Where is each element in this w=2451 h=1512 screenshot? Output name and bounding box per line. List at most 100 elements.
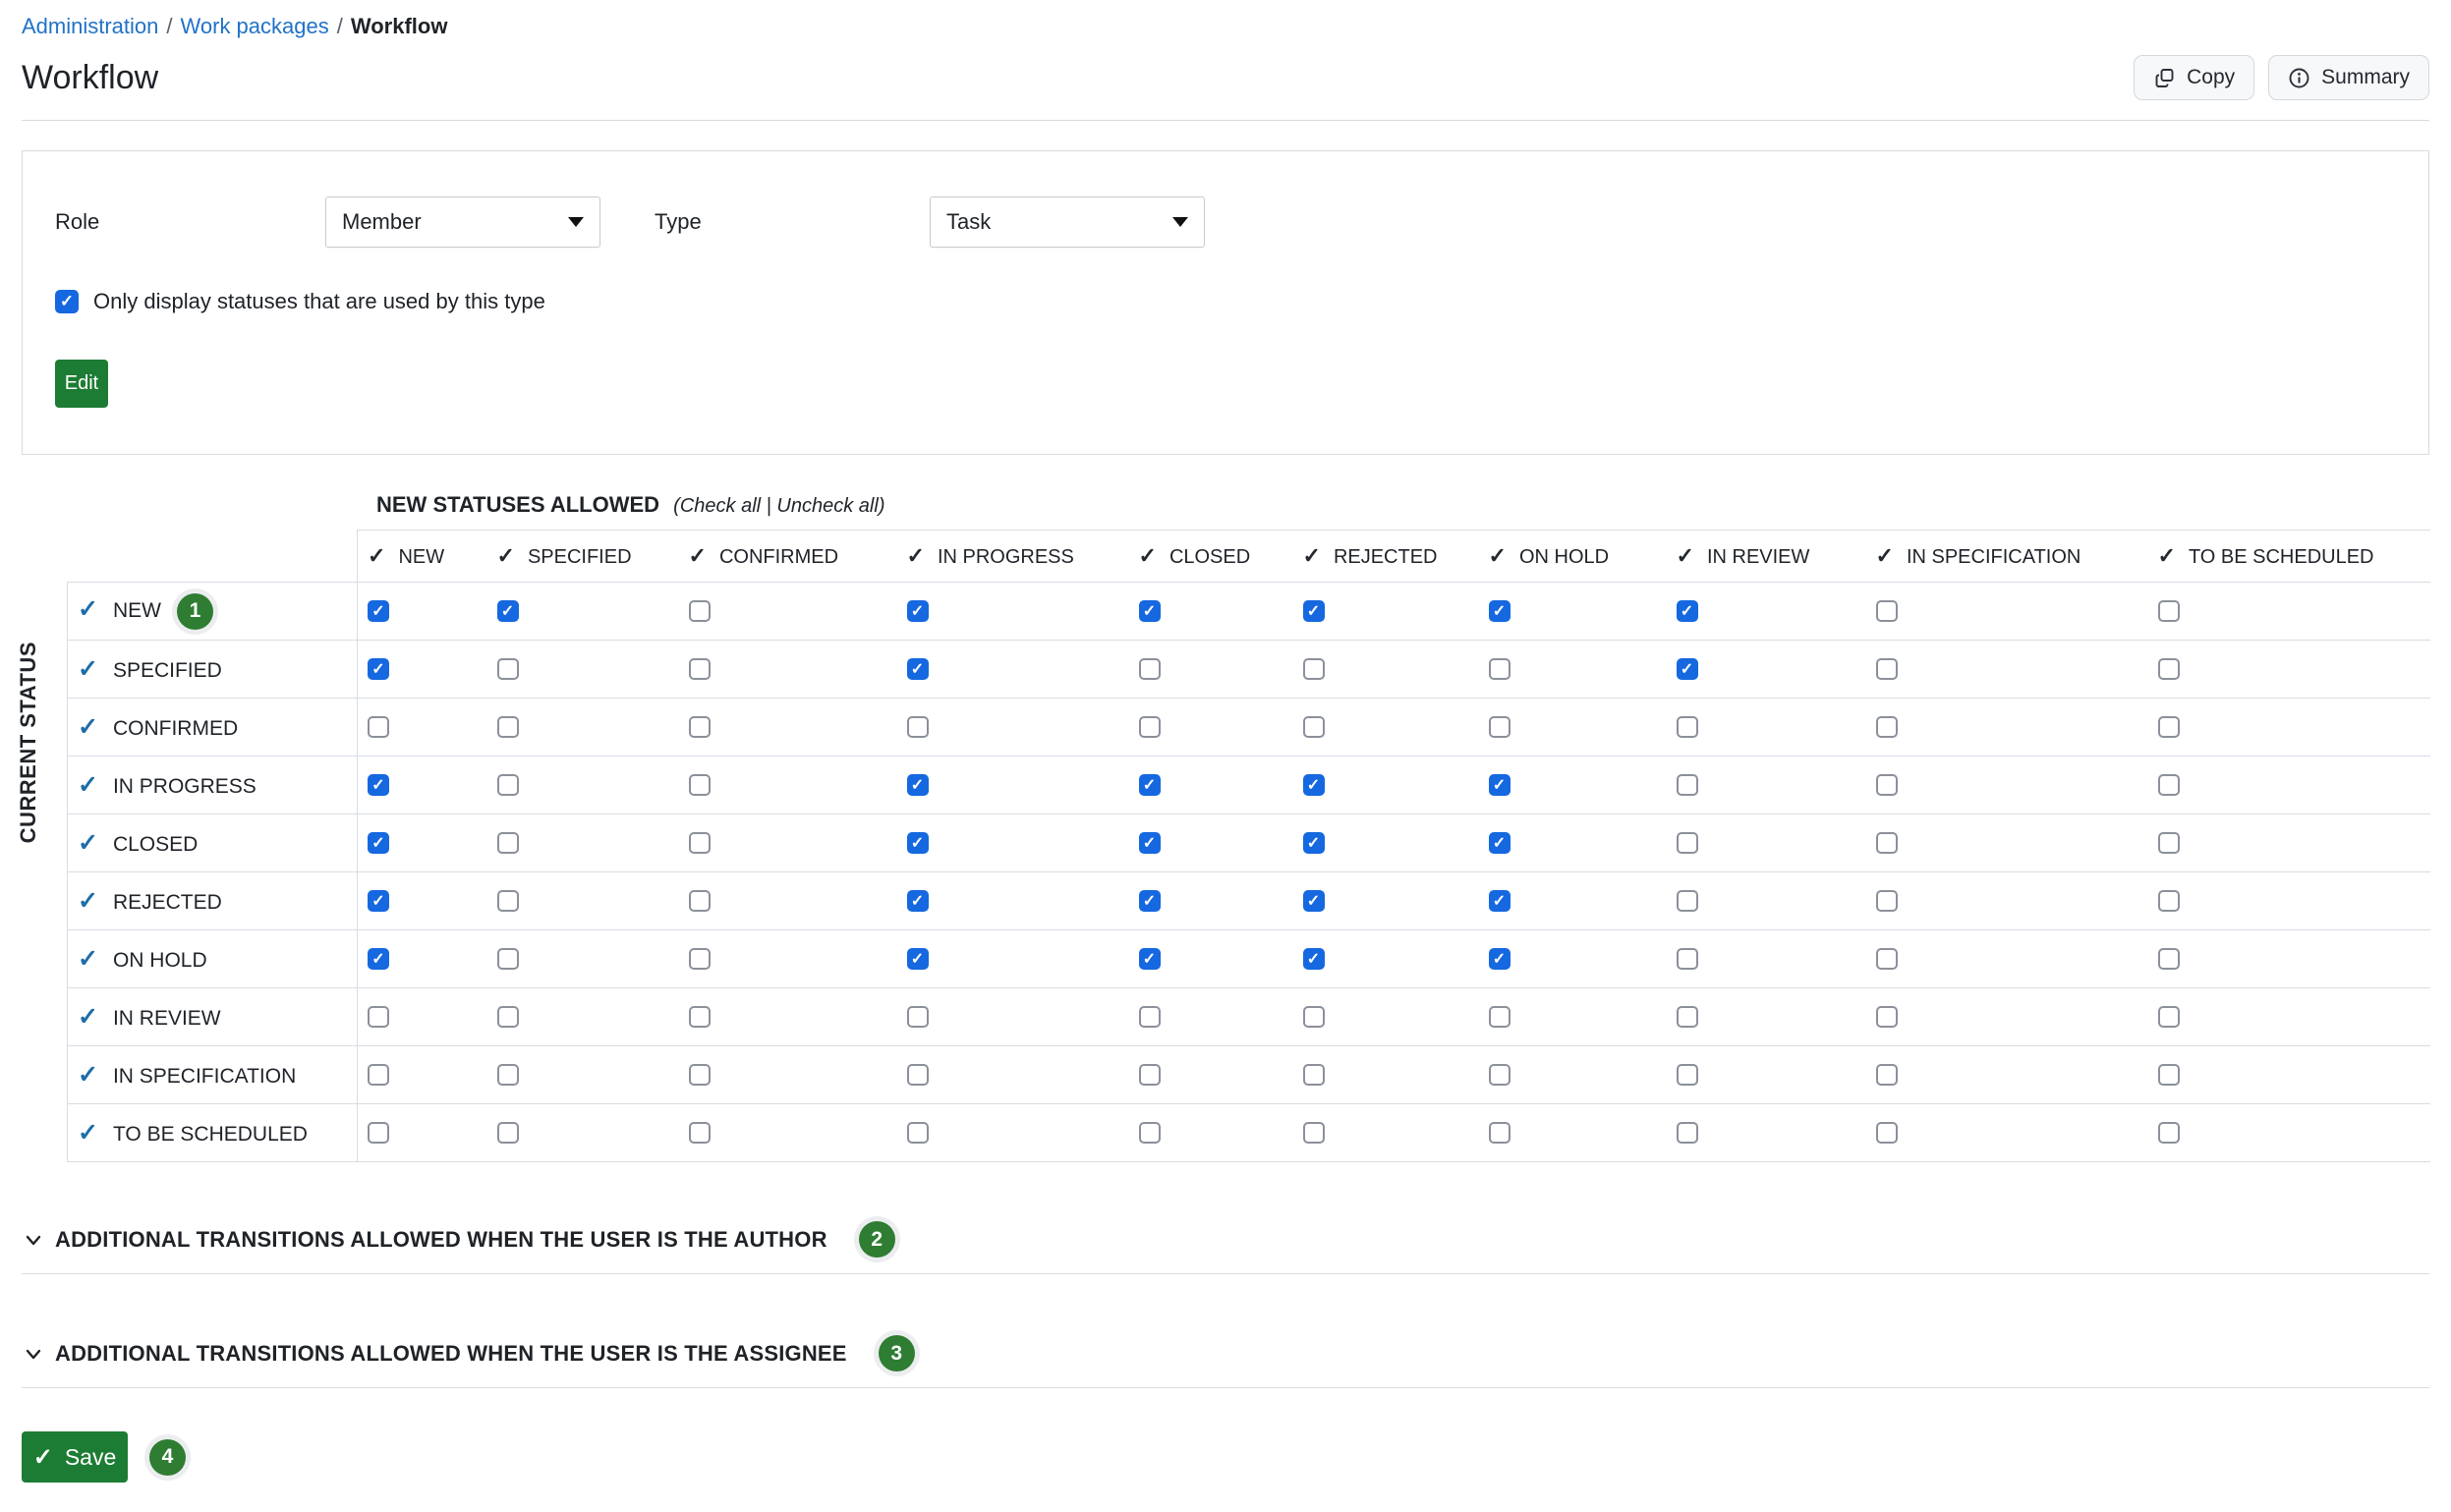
checkbox-new-to-confirmed[interactable] xyxy=(689,600,711,622)
checkbox-closed-to-rejected[interactable]: ✓ xyxy=(1303,832,1325,854)
checkbox-closed-to-to-be-scheduled[interactable] xyxy=(2158,832,2180,854)
checkbox-in-progress-to-rejected[interactable]: ✓ xyxy=(1303,774,1325,796)
save-button[interactable]: ✓ Save xyxy=(22,1431,128,1483)
checkbox-to-be-scheduled-to-in-progress[interactable] xyxy=(907,1122,929,1144)
checkbox-in-specification-to-on-hold[interactable] xyxy=(1489,1064,1510,1086)
checkbox-in-specification-to-rejected[interactable] xyxy=(1303,1064,1325,1086)
checkbox-in-specification-to-new[interactable] xyxy=(368,1064,389,1086)
checkbox-new-to-in-progress[interactable]: ✓ xyxy=(907,600,929,622)
copy-button[interactable]: Copy xyxy=(2134,55,2254,100)
checkbox-in-progress-to-in-specification[interactable] xyxy=(1876,774,1898,796)
checkbox-in-progress-to-in-progress[interactable]: ✓ xyxy=(907,774,929,796)
check-all-link[interactable]: Check all xyxy=(680,495,761,517)
checkbox-closed-to-new[interactable]: ✓ xyxy=(368,832,389,854)
checkbox-in-review-to-closed[interactable] xyxy=(1139,1006,1161,1028)
checkbox-new-to-in-specification[interactable] xyxy=(1876,600,1898,622)
checkbox-to-be-scheduled-to-in-review[interactable] xyxy=(1677,1122,1698,1144)
checkbox-new-to-closed[interactable]: ✓ xyxy=(1139,600,1161,622)
checkbox-closed-to-closed[interactable]: ✓ xyxy=(1139,832,1161,854)
checkbox-closed-to-in-progress[interactable]: ✓ xyxy=(907,832,929,854)
checkbox-on-hold-to-in-progress[interactable]: ✓ xyxy=(907,948,929,970)
checkbox-in-specification-to-specified[interactable] xyxy=(497,1064,519,1086)
checkbox-new-to-specified[interactable]: ✓ xyxy=(497,600,519,622)
checkbox-to-be-scheduled-to-on-hold[interactable] xyxy=(1489,1122,1510,1144)
checkbox-specified-to-in-specification[interactable] xyxy=(1876,658,1898,680)
checkbox-in-review-to-rejected[interactable] xyxy=(1303,1006,1325,1028)
checkbox-rejected-to-confirmed[interactable] xyxy=(689,890,711,912)
checkbox-closed-to-confirmed[interactable] xyxy=(689,832,711,854)
checkbox-in-review-to-in-specification[interactable] xyxy=(1876,1006,1898,1028)
checkbox-rejected-to-in-specification[interactable] xyxy=(1876,890,1898,912)
checkbox-closed-to-on-hold[interactable]: ✓ xyxy=(1489,832,1510,854)
checkbox-specified-to-specified[interactable] xyxy=(497,658,519,680)
checkbox-in-specification-to-in-progress[interactable] xyxy=(907,1064,929,1086)
checkbox-new-to-on-hold[interactable]: ✓ xyxy=(1489,600,1510,622)
checkbox-on-hold-to-new[interactable]: ✓ xyxy=(368,948,389,970)
checkbox-rejected-to-new[interactable]: ✓ xyxy=(368,890,389,912)
checkbox-in-progress-to-to-be-scheduled[interactable] xyxy=(2158,774,2180,796)
checkbox-confirmed-to-confirmed[interactable] xyxy=(689,716,711,738)
checkbox-in-review-to-confirmed[interactable] xyxy=(689,1006,711,1028)
checkbox-to-be-scheduled-to-rejected[interactable] xyxy=(1303,1122,1325,1144)
checkbox-on-hold-to-on-hold[interactable]: ✓ xyxy=(1489,948,1510,970)
edit-button[interactable]: Edit xyxy=(55,360,108,408)
checkbox-specified-to-in-progress[interactable]: ✓ xyxy=(907,658,929,680)
checkbox-on-hold-to-rejected[interactable]: ✓ xyxy=(1303,948,1325,970)
checkbox-in-review-to-in-progress[interactable] xyxy=(907,1006,929,1028)
checkbox-rejected-to-in-progress[interactable]: ✓ xyxy=(907,890,929,912)
checkbox-rejected-to-in-review[interactable] xyxy=(1677,890,1698,912)
checkbox-on-hold-to-specified[interactable] xyxy=(497,948,519,970)
type-select[interactable]: Task xyxy=(930,196,1205,248)
checkbox-in-specification-to-in-specification[interactable] xyxy=(1876,1064,1898,1086)
checkbox-closed-to-specified[interactable] xyxy=(497,832,519,854)
checkbox-in-progress-to-on-hold[interactable]: ✓ xyxy=(1489,774,1510,796)
checkbox-specified-to-closed[interactable] xyxy=(1139,658,1161,680)
checkbox-confirmed-to-rejected[interactable] xyxy=(1303,716,1325,738)
checkbox-to-be-scheduled-to-to-be-scheduled[interactable] xyxy=(2158,1122,2180,1144)
checkbox-specified-to-confirmed[interactable] xyxy=(689,658,711,680)
breadcrumb-link-work-packages[interactable]: Work packages xyxy=(181,14,329,38)
checkbox-specified-to-to-be-scheduled[interactable] xyxy=(2158,658,2180,680)
checkbox-new-to-rejected[interactable]: ✓ xyxy=(1303,600,1325,622)
checkbox-in-specification-to-confirmed[interactable] xyxy=(689,1064,711,1086)
checkbox-to-be-scheduled-to-specified[interactable] xyxy=(497,1122,519,1144)
checkbox-confirmed-to-specified[interactable] xyxy=(497,716,519,738)
checkbox-in-specification-to-in-review[interactable] xyxy=(1677,1064,1698,1086)
checkbox-in-review-to-specified[interactable] xyxy=(497,1006,519,1028)
checkbox-in-specification-to-closed[interactable] xyxy=(1139,1064,1161,1086)
checkbox-closed-to-in-specification[interactable] xyxy=(1876,832,1898,854)
checkbox-in-review-to-on-hold[interactable] xyxy=(1489,1006,1510,1028)
checkbox-specified-to-new[interactable]: ✓ xyxy=(368,658,389,680)
breadcrumb-link-administration[interactable]: Administration xyxy=(22,14,158,38)
checkbox-in-review-to-to-be-scheduled[interactable] xyxy=(2158,1006,2180,1028)
checkbox-rejected-to-on-hold[interactable]: ✓ xyxy=(1489,890,1510,912)
checkbox-on-hold-to-in-review[interactable] xyxy=(1677,948,1698,970)
checkbox-to-be-scheduled-to-closed[interactable] xyxy=(1139,1122,1161,1144)
checkbox-on-hold-to-confirmed[interactable] xyxy=(689,948,711,970)
checkbox-to-be-scheduled-to-in-specification[interactable] xyxy=(1876,1122,1898,1144)
checkbox-confirmed-to-on-hold[interactable] xyxy=(1489,716,1510,738)
checkbox-specified-to-in-review[interactable]: ✓ xyxy=(1677,658,1698,680)
checkbox-closed-to-in-review[interactable] xyxy=(1677,832,1698,854)
checkbox-in-review-to-in-review[interactable] xyxy=(1677,1006,1698,1028)
section-toggle-header[interactable]: ADDITIONAL TRANSITIONS ALLOWED WHEN THE … xyxy=(22,1335,2429,1388)
checkbox-in-specification-to-to-be-scheduled[interactable] xyxy=(2158,1064,2180,1086)
checkbox-on-hold-to-in-specification[interactable] xyxy=(1876,948,1898,970)
role-select[interactable]: Member xyxy=(325,196,600,248)
section-toggle-header[interactable]: ADDITIONAL TRANSITIONS ALLOWED WHEN THE … xyxy=(22,1221,2429,1274)
checkbox-in-review-to-new[interactable] xyxy=(368,1006,389,1028)
checkbox-rejected-to-to-be-scheduled[interactable] xyxy=(2158,890,2180,912)
checkbox-confirmed-to-in-review[interactable] xyxy=(1677,716,1698,738)
checkbox-to-be-scheduled-to-new[interactable] xyxy=(368,1122,389,1144)
checkbox-confirmed-to-in-specification[interactable] xyxy=(1876,716,1898,738)
summary-button[interactable]: Summary xyxy=(2268,55,2429,100)
checkbox-on-hold-to-to-be-scheduled[interactable] xyxy=(2158,948,2180,970)
checkbox-specified-to-rejected[interactable] xyxy=(1303,658,1325,680)
checkbox-rejected-to-closed[interactable]: ✓ xyxy=(1139,890,1161,912)
checkbox-on-hold-to-closed[interactable]: ✓ xyxy=(1139,948,1161,970)
checkbox-confirmed-to-in-progress[interactable] xyxy=(907,716,929,738)
checkbox-confirmed-to-new[interactable] xyxy=(368,716,389,738)
checkbox-in-progress-to-confirmed[interactable] xyxy=(689,774,711,796)
checkbox-new-to-to-be-scheduled[interactable] xyxy=(2158,600,2180,622)
checkbox-in-progress-to-in-review[interactable] xyxy=(1677,774,1698,796)
